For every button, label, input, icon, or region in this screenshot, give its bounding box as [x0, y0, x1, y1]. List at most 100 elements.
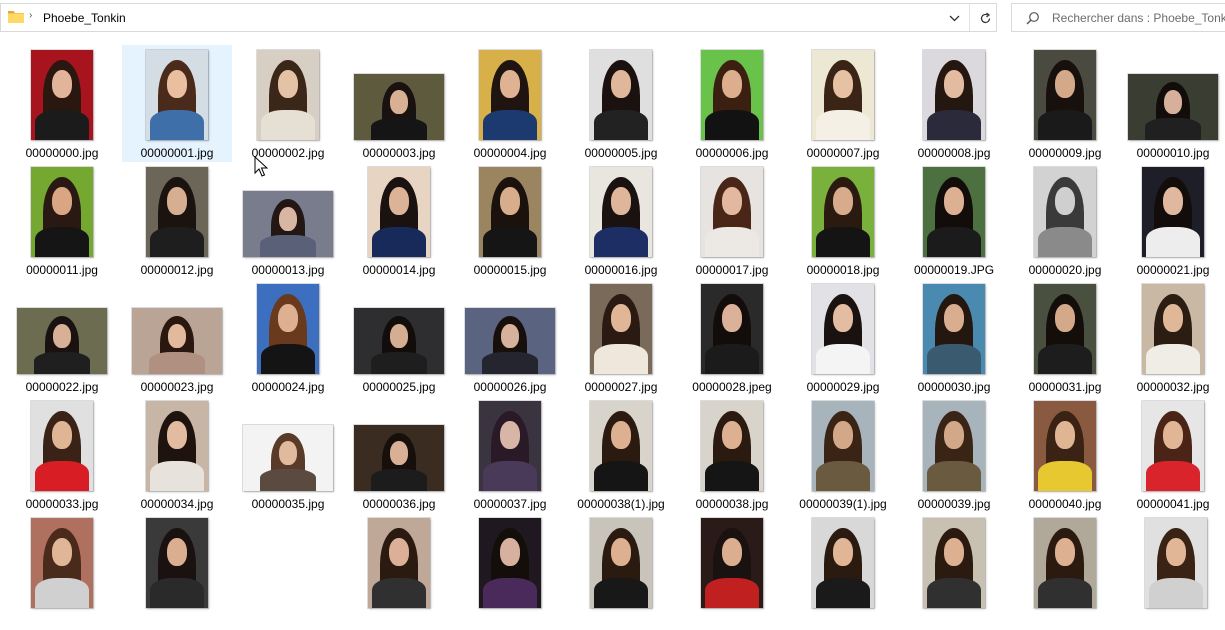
- chevron-right-icon[interactable]: ›: [29, 10, 32, 21]
- address-history-dropdown[interactable]: [943, 8, 965, 28]
- file-item[interactable]: 00000039(1).jpg: [788, 396, 898, 513]
- photo-face: [52, 187, 72, 215]
- image-thumbnail: [812, 50, 874, 140]
- image-thumbnail: [31, 50, 93, 140]
- file-name: 00000026.jpg: [473, 380, 547, 394]
- photo-face: [1055, 421, 1075, 449]
- file-item[interactable]: 00000019.JPG: [899, 162, 1009, 279]
- file-item[interactable]: 00000010.jpg: [1121, 45, 1225, 162]
- file-item[interactable]: [899, 513, 1009, 630]
- file-item[interactable]: 00000040.jpg: [1010, 396, 1120, 513]
- file-name: 00000017.jpg: [695, 263, 769, 277]
- file-item[interactable]: [677, 513, 787, 630]
- file-item[interactable]: [344, 513, 454, 630]
- photo-face: [52, 538, 72, 566]
- image-thumbnail: [701, 167, 763, 257]
- search-box[interactable]: Rechercher dans : Phoebe_Tonkin: [1011, 3, 1225, 32]
- file-item[interactable]: 00000017.jpg: [677, 162, 787, 279]
- image-thumbnail: [1034, 284, 1096, 374]
- file-item[interactable]: 00000035.jpg: [233, 396, 343, 513]
- file-item[interactable]: 00000039.jpg: [899, 396, 1009, 513]
- file-item[interactable]: 00000025.jpg: [344, 279, 454, 396]
- file-name: 00000005.jpg: [584, 146, 658, 160]
- photo-face: [1166, 538, 1186, 566]
- photo-body: [594, 344, 648, 374]
- file-item[interactable]: 00000026.jpg: [455, 279, 565, 396]
- file-item[interactable]: [7, 513, 117, 630]
- file-item[interactable]: 00000016.jpg: [566, 162, 676, 279]
- file-item[interactable]: 00000014.jpg: [344, 162, 454, 279]
- file-item[interactable]: 00000005.jpg: [566, 45, 676, 162]
- file-name: 00000038(1).jpg: [577, 497, 665, 511]
- file-item[interactable]: [788, 513, 898, 630]
- file-item[interactable]: 00000009.jpg: [1010, 45, 1120, 162]
- file-item[interactable]: 00000002.jpg: [233, 45, 343, 162]
- file-item[interactable]: 00000022.jpg: [7, 279, 117, 396]
- file-item[interactable]: 00000015.jpg: [455, 162, 565, 279]
- refresh-button[interactable]: [975, 9, 995, 27]
- file-name: 00000004.jpg: [473, 146, 547, 160]
- address-divider: [969, 4, 970, 31]
- file-item[interactable]: [1121, 513, 1225, 630]
- file-item[interactable]: 00000033.jpg: [7, 396, 117, 513]
- file-item[interactable]: [233, 513, 343, 630]
- file-item[interactable]: 00000003.jpg: [344, 45, 454, 162]
- file-item[interactable]: 00000030.jpg: [899, 279, 1009, 396]
- file-item[interactable]: [566, 513, 676, 630]
- photo-face: [722, 421, 742, 449]
- photo-body: [927, 578, 981, 608]
- photo-body: [371, 469, 427, 491]
- photo-body: [816, 227, 870, 257]
- file-item[interactable]: 00000028.jpeg: [677, 279, 787, 396]
- file-item[interactable]: 00000041.jpg: [1121, 396, 1225, 513]
- file-item[interactable]: 00000023.jpg: [122, 279, 232, 396]
- photo-face: [611, 70, 631, 98]
- file-item[interactable]: 00000006.jpg: [677, 45, 787, 162]
- file-name: 00000038.jpg: [695, 497, 769, 511]
- file-name: 00000020.jpg: [1028, 263, 1102, 277]
- address-bar[interactable]: › Phoebe_Tonkin: [0, 3, 997, 32]
- file-item[interactable]: 00000031.jpg: [1010, 279, 1120, 396]
- file-item[interactable]: 00000021.jpg: [1121, 162, 1225, 279]
- file-item[interactable]: 00000038.jpg: [677, 396, 787, 513]
- photo-body: [1038, 461, 1092, 491]
- file-item[interactable]: 00000029.jpg: [788, 279, 898, 396]
- file-item[interactable]: 00000018.jpg: [788, 162, 898, 279]
- file-item[interactable]: 00000000.jpg: [7, 45, 117, 162]
- file-item[interactable]: 00000032.jpg: [1121, 279, 1225, 396]
- file-item[interactable]: 00000004.jpg: [455, 45, 565, 162]
- file-item[interactable]: 00000037.jpg: [455, 396, 565, 513]
- file-item[interactable]: 00000024.jpg: [233, 279, 343, 396]
- photo-face: [722, 538, 742, 566]
- file-name: 00000037.jpg: [473, 497, 547, 511]
- photo-face: [278, 304, 298, 332]
- file-item[interactable]: 00000011.jpg: [7, 162, 117, 279]
- file-item[interactable]: 00000001.jpg: [122, 45, 232, 162]
- file-item[interactable]: [122, 513, 232, 630]
- file-item[interactable]: 00000034.jpg: [122, 396, 232, 513]
- file-name: 00000002.jpg: [251, 146, 325, 160]
- photo-body: [35, 578, 89, 608]
- photo-body: [260, 469, 316, 491]
- file-item[interactable]: 00000020.jpg: [1010, 162, 1120, 279]
- photo-face: [500, 421, 520, 449]
- image-thumbnail: [590, 50, 652, 140]
- file-item[interactable]: 00000012.jpg: [122, 162, 232, 279]
- file-item[interactable]: 00000007.jpg: [788, 45, 898, 162]
- photo-face: [500, 70, 520, 98]
- file-item[interactable]: 00000008.jpg: [899, 45, 1009, 162]
- image-thumbnail: [257, 50, 319, 140]
- file-item[interactable]: 00000027.jpg: [566, 279, 676, 396]
- file-item[interactable]: [455, 513, 565, 630]
- file-item[interactable]: [1010, 513, 1120, 630]
- photo-body: [150, 578, 204, 608]
- photo-face: [389, 187, 409, 215]
- search-input[interactable]: Rechercher dans : Phoebe_Tonkin: [1052, 11, 1225, 25]
- photo-body: [927, 344, 981, 374]
- file-item[interactable]: 00000013.jpg: [233, 162, 343, 279]
- photo-face: [1164, 90, 1182, 114]
- file-item[interactable]: 00000036.jpg: [344, 396, 454, 513]
- file-item[interactable]: 00000038(1).jpg: [566, 396, 676, 513]
- breadcrumb-folder[interactable]: Phoebe_Tonkin: [43, 11, 126, 25]
- photo-body: [1146, 461, 1200, 491]
